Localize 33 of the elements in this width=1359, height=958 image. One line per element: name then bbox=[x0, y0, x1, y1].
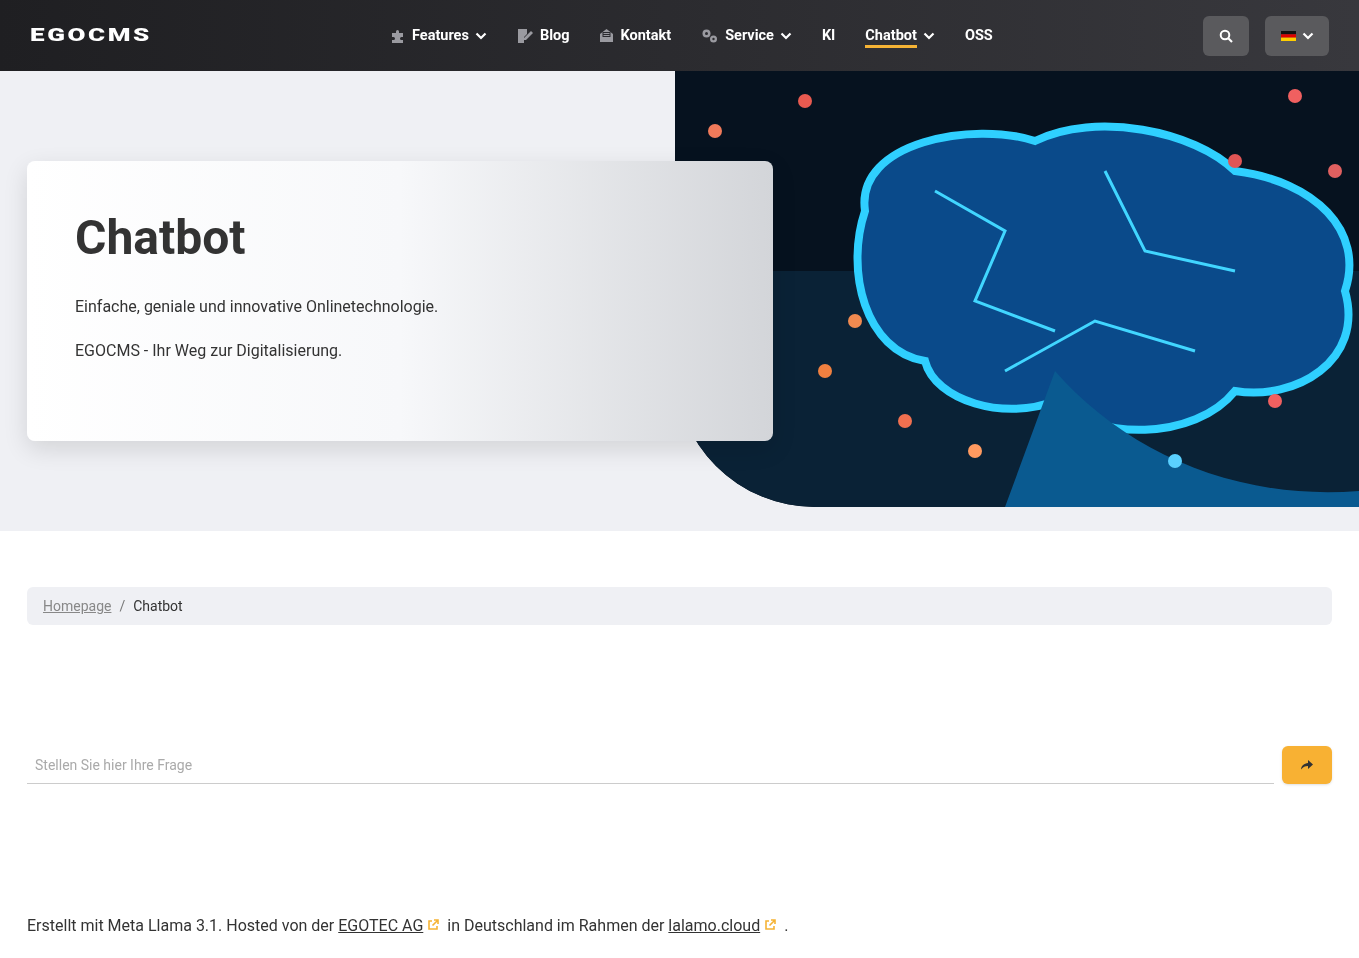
send-button[interactable] bbox=[1282, 745, 1332, 784]
nav-link[interactable]: Service bbox=[701, 23, 792, 48]
logo[interactable]: EGOCMS bbox=[30, 21, 390, 50]
external-link-icon bbox=[764, 919, 777, 931]
nav-link[interactable]: KI bbox=[821, 23, 836, 48]
gears-icon bbox=[701, 27, 720, 44]
search-button[interactable] bbox=[1203, 15, 1249, 56]
hero-text: Einfache, geniale und innovative Onlinetechnologie. bbox=[75, 296, 440, 318]
nav-link[interactable]: Kontakt bbox=[599, 23, 672, 48]
flag-icon bbox=[1280, 30, 1296, 41]
breadcrumb-current: Chatbot bbox=[133, 596, 183, 616]
language-button[interactable] bbox=[1265, 15, 1329, 56]
chevron-down-icon bbox=[474, 31, 487, 40]
puzzle-icon bbox=[390, 27, 406, 44]
chevron-down-icon bbox=[1301, 31, 1314, 40]
breadcrumb-separator: / bbox=[119, 596, 126, 616]
nav-link[interactable]: OSS bbox=[964, 23, 993, 48]
chevron-down-icon bbox=[922, 31, 935, 40]
hero-title: Chatbot bbox=[75, 209, 247, 267]
document-pen-icon bbox=[516, 27, 534, 44]
nav-link[interactable]: Chatbot bbox=[865, 23, 935, 48]
hero-text: EGOCMS - Ihr Weg zur Digitalisierung. bbox=[75, 340, 344, 362]
nav-link[interactable]: Blog bbox=[516, 23, 570, 48]
search-icon bbox=[1219, 28, 1233, 43]
question-field[interactable]: Stellen Sie hier Ihre Frage bbox=[27, 747, 1274, 784]
nav-link[interactable]: Features bbox=[390, 23, 487, 48]
footer-note: Erstellt mit Meta Llama 3.1. Hosted von der EGOTEC AG in Deutschland im Rahmen der lalamo.cloud . bbox=[27, 915, 790, 937]
share-arrow-icon bbox=[1301, 759, 1313, 770]
footer-link[interactable]: EGOTEC AG bbox=[338, 916, 424, 935]
external-link-icon bbox=[427, 919, 440, 931]
envelope-icon bbox=[599, 28, 615, 43]
footer-link[interactable]: lalamo.cloud bbox=[668, 916, 761, 935]
chevron-down-icon bbox=[779, 31, 792, 40]
